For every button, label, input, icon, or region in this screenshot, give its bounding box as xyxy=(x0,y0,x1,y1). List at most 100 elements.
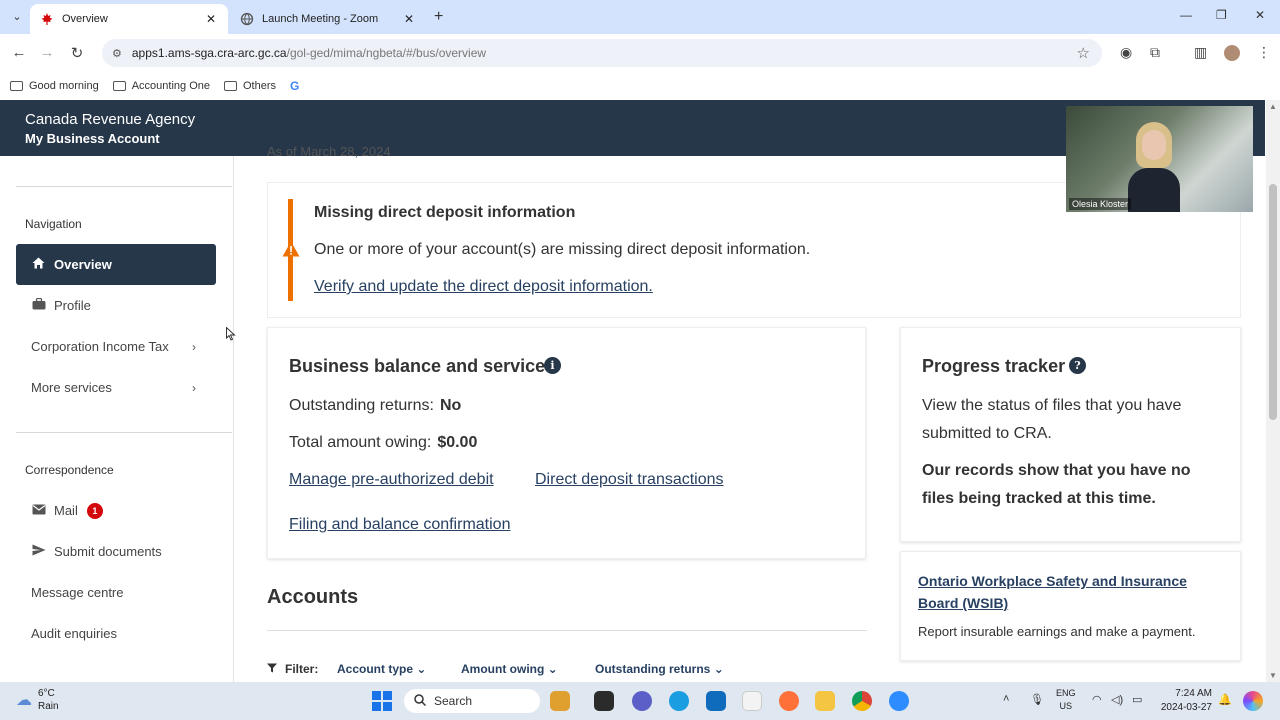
sidebar-item-message-centre[interactable]: Message centre xyxy=(16,572,216,613)
bookmark-label: Good morning xyxy=(29,80,99,92)
bookmark-accounting-one[interactable]: Accounting One xyxy=(112,80,210,92)
chrome-icon[interactable] xyxy=(852,691,872,711)
zoom-icon[interactable] xyxy=(889,691,909,711)
help-icon[interactable]: ? xyxy=(1069,357,1086,374)
restore-icon[interactable]: ❐ xyxy=(1216,8,1227,22)
zoom-video-overlay[interactable]: Olesia Kloster xyxy=(1066,106,1253,212)
filter-amount-owing[interactable]: Amount owing ⌄ xyxy=(461,662,558,676)
forward-arrow-icon[interactable]: → xyxy=(38,44,56,61)
kebab-menu-icon[interactable]: ⋮ xyxy=(1257,44,1271,61)
tab-overview[interactable]: Overview ✕ xyxy=(30,4,228,34)
sidebar-item-more-services[interactable]: More services › xyxy=(16,367,216,408)
briefcase-icon xyxy=(31,297,46,313)
notification-bell-icon[interactable]: 🔔 xyxy=(1218,693,1232,706)
wsib-link[interactable]: Ontario Workplace Safety and Insurance B… xyxy=(918,570,1218,614)
participant-video xyxy=(1128,122,1180,212)
microphone-icon[interactable]: 🎙 xyxy=(1030,693,1044,706)
scroll-thumb[interactable] xyxy=(1269,184,1277,420)
bookmark-star-icon[interactable]: ☆ xyxy=(1077,44,1090,62)
teams-icon[interactable] xyxy=(632,691,652,711)
alert-text: One or more of your account(s) are missi… xyxy=(314,241,811,258)
minimize-icon[interactable]: — xyxy=(1180,8,1192,22)
manage-pad-link[interactable]: Manage pre-authorized debit xyxy=(289,471,494,489)
volume-icon[interactable]: ◁) xyxy=(1111,693,1123,706)
amazon-icon[interactable] xyxy=(742,691,762,711)
battery-icon[interactable]: ▭ xyxy=(1132,693,1142,706)
language-indicator[interactable]: ENG US xyxy=(1056,687,1076,713)
tab-search-button[interactable]: ⌄ xyxy=(8,8,26,26)
filter-option-label: Outstanding returns xyxy=(595,662,711,676)
agency-name[interactable]: Canada Revenue Agency xyxy=(25,111,195,128)
extension-icon[interactable]: ◉ xyxy=(1120,44,1132,61)
filing-balance-confirmation-link[interactable]: Filing and balance confirmation xyxy=(289,516,510,534)
close-icon[interactable]: ✕ xyxy=(402,12,416,26)
puzzle-icon[interactable]: ⧉ xyxy=(1150,44,1160,61)
owing-label: Total amount owing: xyxy=(289,434,432,451)
scroll-up-arrow-icon[interactable]: ▲ xyxy=(1269,102,1277,111)
sidebar-item-label: Message centre xyxy=(31,585,124,600)
as-of-date: As of March 28, 2024 xyxy=(267,144,391,159)
tab-zoom[interactable]: Launch Meeting - Zoom ✕ xyxy=(230,4,426,34)
home-icon xyxy=(31,257,46,272)
new-tab-plus-icon[interactable]: + xyxy=(434,8,443,26)
url-host: apps1.ams-sga.cra-arc.gc.ca xyxy=(131,46,287,60)
filter-outstanding-returns[interactable]: Outstanding returns ⌄ xyxy=(595,662,724,676)
info-icon[interactable]: i xyxy=(544,357,561,374)
bookmark-good-morning[interactable]: Good morning xyxy=(10,80,99,92)
sidebar-item-profile[interactable]: Profile xyxy=(16,285,216,326)
wifi-icon[interactable]: ◠ xyxy=(1092,693,1102,706)
file-explorer-icon[interactable] xyxy=(815,691,835,711)
address-bar[interactable]: ⚙ apps1.ams-sga.cra-arc.gc.ca/gol-ged/mi… xyxy=(102,39,1102,67)
verify-direct-deposit-link[interactable]: Verify and update the direct deposit inf… xyxy=(314,278,653,296)
page-viewport: Canada Revenue Agency My Business Accoun… xyxy=(0,100,1280,682)
chevron-up-icon[interactable]: ˄ xyxy=(1003,693,1009,705)
sidebar-item-mail[interactable]: Mail 1 xyxy=(16,490,216,531)
filter-label: Filter: xyxy=(267,662,318,676)
sidebar-item-submit-documents[interactable]: Submit documents xyxy=(16,531,216,572)
sidebar-item-overview[interactable]: Overview xyxy=(16,244,216,285)
edge-icon[interactable] xyxy=(669,691,689,711)
progress-tracker-card: Progress tracker ? View the status of fi… xyxy=(900,327,1241,542)
taskbar-search[interactable]: Search xyxy=(404,689,540,713)
taskbar-app-icon[interactable] xyxy=(594,691,614,711)
balance-title: Business balance and services xyxy=(289,356,556,376)
filter-account-type[interactable]: Account type ⌄ xyxy=(337,662,426,676)
close-icon[interactable]: ✕ xyxy=(204,12,218,26)
divider xyxy=(16,432,232,433)
windows-start-icon[interactable] xyxy=(372,691,392,711)
site-info-icon[interactable]: ⚙ xyxy=(112,47,122,60)
wsib-card: Ontario Workplace Safety and Insurance B… xyxy=(900,551,1241,661)
sidebar-item-corporation-income-tax[interactable]: Corporation Income Tax › xyxy=(16,326,216,367)
taskbar-clock[interactable]: 7:24 AM 2024-03-27 xyxy=(1152,687,1212,715)
taskbar-app-icon[interactable] xyxy=(550,691,570,711)
business-balance-card: Business balance and services i Outstand… xyxy=(267,327,866,559)
chevron-down-icon: ⌄ xyxy=(547,662,558,676)
reload-icon[interactable]: ↻ xyxy=(68,44,86,62)
tab-title: Overview xyxy=(62,13,108,25)
weather-widget[interactable]: ☁ 6°C Rain xyxy=(16,687,59,713)
temperature: 6°C xyxy=(38,688,55,699)
mail-app-icon[interactable] xyxy=(706,691,726,711)
back-arrow-icon[interactable]: ← xyxy=(10,44,28,61)
mail-count-badge: 1 xyxy=(86,502,103,519)
chevron-down-icon: ⌄ xyxy=(416,662,427,676)
window-close-icon[interactable]: ✕ xyxy=(1255,8,1265,22)
account-name: My Business Account xyxy=(25,131,160,146)
page-scrollbar[interactable]: ▲ ▼ xyxy=(1266,100,1280,682)
direct-deposit-transactions-link[interactable]: Direct deposit transactions xyxy=(535,471,724,489)
chevron-right-icon: › xyxy=(192,339,196,354)
scroll-down-arrow-icon[interactable]: ▼ xyxy=(1269,671,1277,680)
firefox-icon[interactable] xyxy=(779,691,799,711)
tab-title: Launch Meeting - Zoom xyxy=(262,13,379,25)
divider xyxy=(267,630,867,631)
bookmark-google[interactable]: G xyxy=(290,79,299,93)
side-panel-icon[interactable]: ▥ xyxy=(1194,44,1207,61)
profile-avatar[interactable] xyxy=(1224,45,1240,61)
bookmark-others[interactable]: Others xyxy=(224,80,276,92)
sidebar-item-label: Overview xyxy=(54,257,112,272)
sidebar-item-audit-enquiries[interactable]: Audit enquiries xyxy=(16,613,216,654)
lang-code: ENG xyxy=(1056,688,1076,698)
owing-value: $0.00 xyxy=(437,434,478,451)
folder-icon xyxy=(10,81,23,91)
copilot-icon[interactable] xyxy=(1243,691,1263,711)
